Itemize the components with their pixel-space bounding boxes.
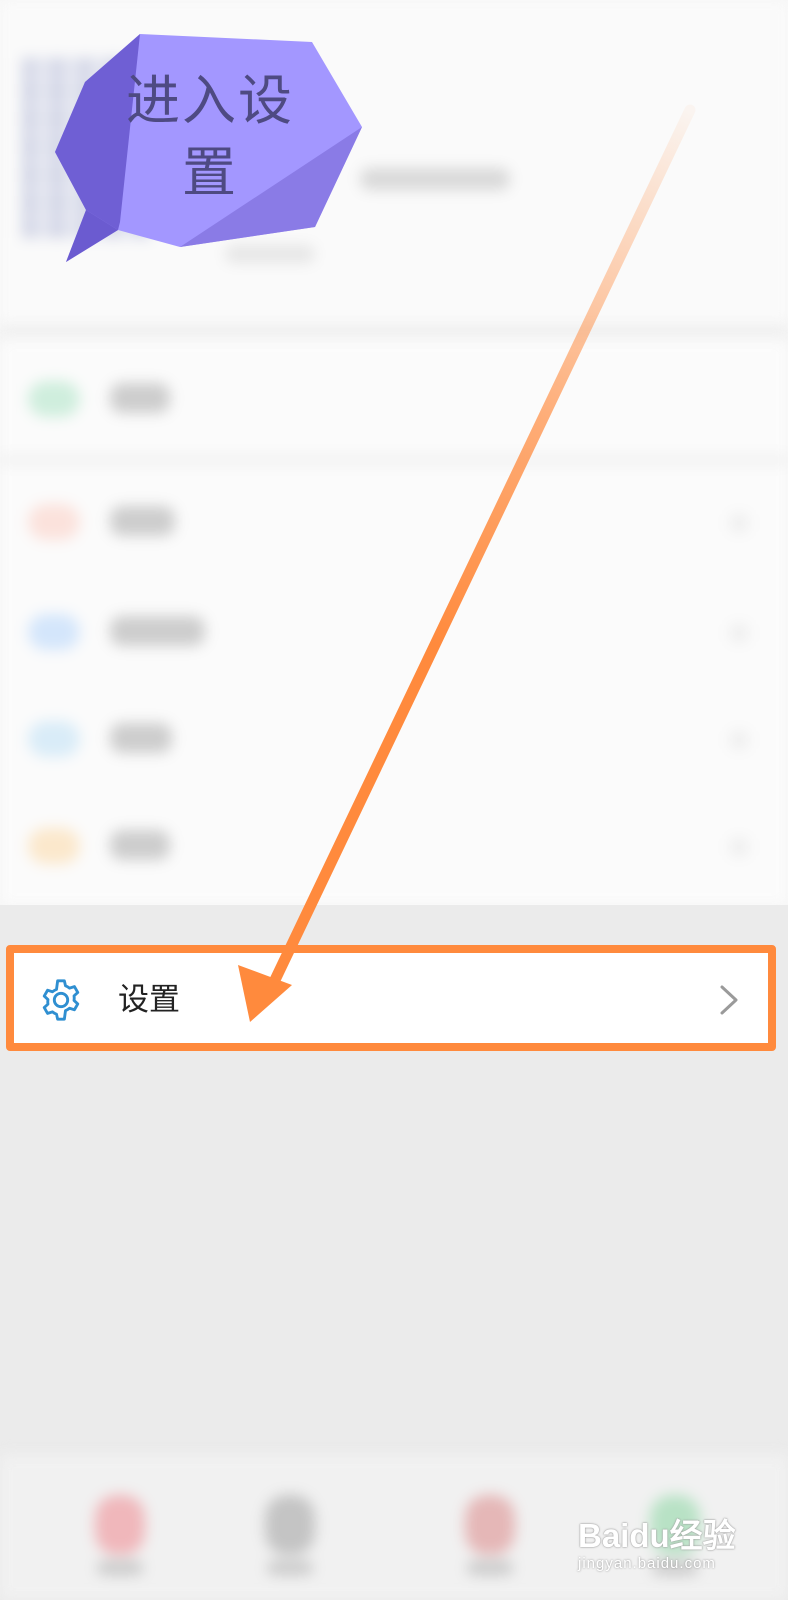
menu-item-icon bbox=[28, 614, 80, 650]
menu-item[interactable] bbox=[0, 705, 788, 775]
nav-item[interactable] bbox=[75, 1475, 165, 1590]
menu-item-label bbox=[110, 723, 172, 753]
menu-item-icon bbox=[28, 721, 80, 757]
nav-item[interactable] bbox=[445, 1475, 535, 1590]
menu-item[interactable] bbox=[0, 365, 788, 435]
menu-item-icon bbox=[28, 381, 80, 417]
chevron-right-icon bbox=[730, 514, 748, 532]
menu-item-icon bbox=[28, 828, 80, 864]
nav-label bbox=[467, 1561, 513, 1575]
section-divider bbox=[0, 326, 788, 340]
menu-item[interactable] bbox=[0, 488, 788, 558]
menu-list bbox=[0, 340, 788, 905]
bubble-text: 进入设置 bbox=[126, 69, 294, 204]
nav-item[interactable] bbox=[245, 1475, 335, 1590]
watermark-brand: Baidu经验 bbox=[578, 1517, 736, 1554]
menu-item-label bbox=[110, 830, 170, 860]
menu-item-label bbox=[110, 506, 175, 536]
nav-icon bbox=[95, 1495, 145, 1555]
settings-row[interactable]: 设置 bbox=[6, 945, 776, 1051]
watermark: Baidu经验 jingyan.baidu.com bbox=[578, 1518, 738, 1588]
menu-item-label bbox=[110, 383, 170, 413]
menu-item-label bbox=[110, 616, 205, 646]
chevron-right-icon bbox=[720, 985, 738, 1015]
nav-label bbox=[97, 1561, 143, 1575]
menu-item-icon bbox=[28, 504, 80, 540]
gear-icon bbox=[42, 979, 80, 1021]
watermark-url: jingyan.baidu.com bbox=[578, 1555, 716, 1572]
menu-item[interactable] bbox=[0, 812, 788, 882]
nav-icon bbox=[265, 1495, 315, 1555]
profile-name-blurred bbox=[360, 168, 510, 190]
chevron-right-icon bbox=[730, 624, 748, 642]
menu-item[interactable] bbox=[0, 598, 788, 668]
section-divider bbox=[0, 455, 788, 465]
chevron-right-icon bbox=[730, 731, 748, 749]
nav-icon bbox=[465, 1495, 515, 1555]
settings-label: 设置 bbox=[118, 982, 180, 1018]
nav-label bbox=[267, 1561, 313, 1575]
chevron-right-icon bbox=[730, 838, 748, 856]
